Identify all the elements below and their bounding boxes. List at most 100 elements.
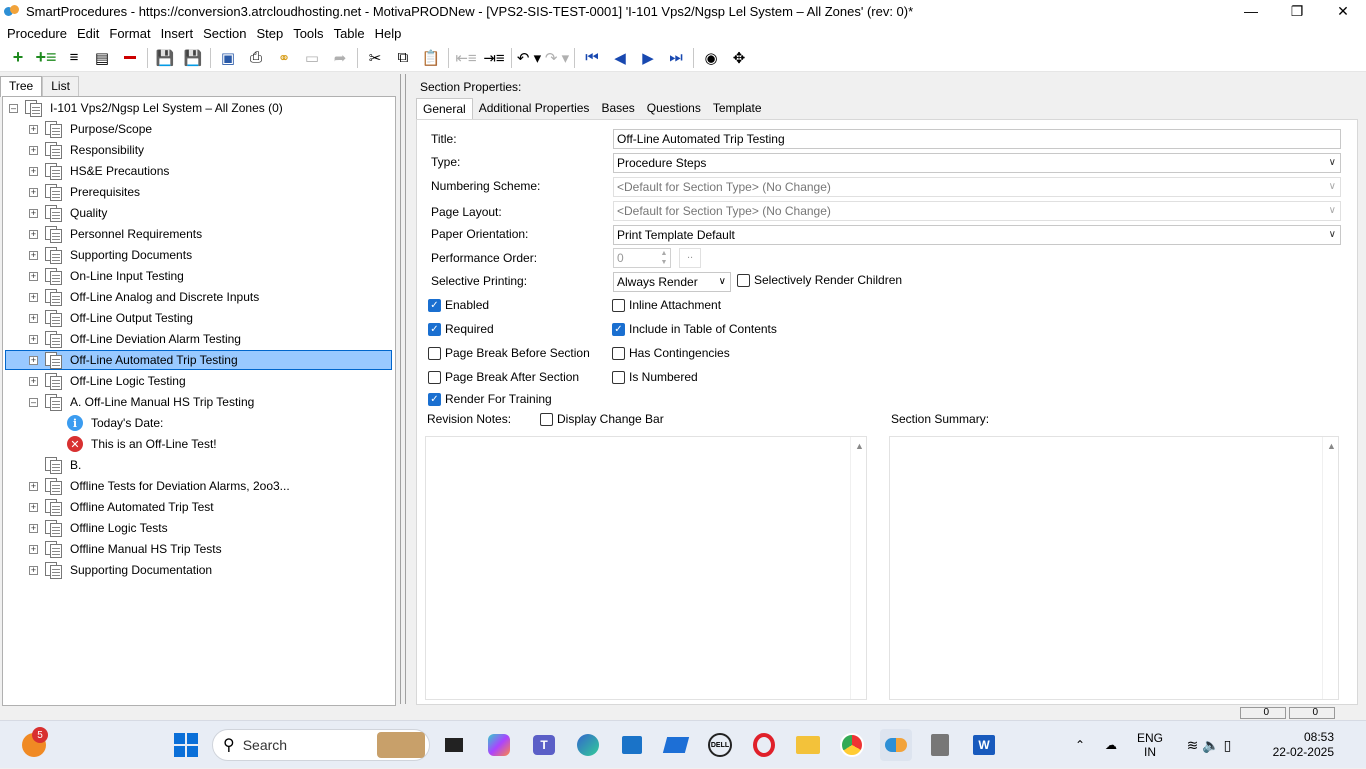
expand-icon[interactable]: +	[29, 124, 38, 134]
tree-item[interactable]: – A. Off-Line Manual HS Trip Testing	[29, 392, 256, 412]
add-subsection-button[interactable]: +≡	[32, 45, 60, 71]
vertical-scrollbar[interactable]	[1322, 437, 1338, 699]
tree-item[interactable]: B.	[45, 455, 83, 475]
find-button[interactable]: ◉	[697, 45, 725, 71]
first-button[interactable]: ⏮	[578, 45, 606, 71]
undo-button[interactable]: ↶ ▾	[515, 45, 543, 71]
tree-item[interactable]: + Responsibility	[29, 140, 146, 160]
type-select[interactable]: Procedure Steps ∨	[613, 153, 1341, 173]
tree-item[interactable]: + Offline Tests for Deviation Alarms, 2oo…	[29, 476, 292, 496]
last-button[interactable]: ⏭	[662, 45, 690, 71]
expand-icon[interactable]: +	[29, 292, 38, 302]
smartprocedures-taskbar-button[interactable]	[880, 729, 912, 761]
dell-button[interactable]: DELL	[704, 729, 736, 761]
word-button[interactable]: W	[968, 729, 1000, 761]
section-summary-textarea[interactable]	[889, 436, 1339, 700]
tab-general[interactable]: General	[416, 98, 473, 120]
previous-button[interactable]: ◀	[606, 45, 634, 71]
tree-item[interactable]: + Prerequisites	[29, 182, 142, 202]
save-copy-button[interactable]: 💾	[151, 45, 179, 71]
chrome-button[interactable]	[836, 729, 868, 761]
tab-list[interactable]: List	[42, 76, 79, 96]
print-button[interactable]: ⎙	[242, 45, 270, 71]
quick-settings-button[interactable]: ≋ 🔈 ▯	[1176, 721, 1242, 769]
tree-item[interactable]: + Off-Line Logic Testing	[29, 371, 188, 391]
copilot-button[interactable]	[483, 729, 515, 761]
widgets-button[interactable]: 5	[18, 727, 50, 761]
selective-printing-select[interactable]: Always Render ∨	[613, 272, 731, 292]
cut-button[interactable]: ✂	[361, 45, 389, 71]
tree-item[interactable]: + Purpose/Scope	[29, 119, 154, 139]
expand-icon[interactable]: +	[29, 565, 38, 575]
expand-icon[interactable]: +	[29, 376, 38, 386]
page-break-before-checkbox[interactable]: Page Break Before Section	[428, 346, 590, 360]
close-button[interactable]: ✕	[1320, 0, 1366, 22]
tab-tree[interactable]: Tree	[0, 76, 43, 97]
expand-icon[interactable]: +	[29, 208, 38, 218]
page-layout-select[interactable]: <Default for Section Type> (No Change) ∨	[613, 201, 1341, 221]
tab-questions[interactable]: Questions	[641, 98, 707, 119]
menu-section[interactable]: Section	[198, 26, 251, 41]
panel-splitter[interactable]	[400, 74, 406, 704]
export-button[interactable]: ▣	[214, 45, 242, 71]
tab-bases[interactable]: Bases	[595, 98, 640, 119]
save-button[interactable]: 💾	[179, 45, 207, 71]
expand-icon[interactable]: +	[29, 544, 38, 554]
tree-item[interactable]: + Offline Manual HS Trip Tests	[29, 539, 224, 559]
expand-icon[interactable]: +	[29, 271, 38, 281]
is-numbered-checkbox[interactable]: Is Numbered	[612, 370, 698, 384]
vertical-scrollbar[interactable]	[850, 437, 866, 699]
tree-item-selected[interactable]: + Off-Line Automated Trip Testing	[5, 350, 392, 370]
title-input[interactable]: Off-Line Automated Trip Testing	[613, 129, 1341, 149]
expand-icon[interactable]: +	[29, 334, 38, 344]
enabled-checkbox[interactable]: ✓ Enabled	[428, 298, 489, 312]
performance-order-spinner[interactable]: 0 ▲ ▼	[613, 248, 671, 268]
tree-item[interactable]: + Quality	[29, 203, 109, 223]
tray-app-button[interactable]: ☁	[1098, 721, 1124, 769]
expand-icon[interactable]: +	[29, 250, 38, 260]
menu-edit[interactable]: Edit	[72, 26, 104, 41]
language-indicator[interactable]: ENG IN	[1130, 721, 1170, 769]
collapse-icon[interactable]: –	[29, 397, 38, 407]
forward-button[interactable]: ➦	[326, 45, 354, 71]
menu-table[interactable]: Table	[329, 26, 370, 41]
display-change-bar-checkbox[interactable]: Display Change Bar	[540, 412, 664, 426]
required-checkbox[interactable]: ✓ Required	[428, 322, 494, 336]
tree-item[interactable]: + Supporting Documents	[29, 245, 194, 265]
tab-template[interactable]: Template	[707, 98, 768, 119]
copy-button[interactable]: ⧉	[389, 45, 417, 71]
task-view-button[interactable]	[438, 729, 470, 761]
outdent-button[interactable]: ⇤≡	[452, 45, 480, 71]
teams-button[interactable]: T	[528, 729, 560, 761]
store-button[interactable]	[616, 729, 648, 761]
expand-icon[interactable]: +	[29, 229, 38, 239]
paper-orientation-select[interactable]: Print Template Default ∨	[613, 225, 1341, 245]
expand-icon[interactable]: +	[29, 145, 38, 155]
expand-icon[interactable]: +	[29, 481, 38, 491]
menu-help[interactable]: Help	[370, 26, 407, 41]
delete-button[interactable]	[116, 45, 144, 71]
insert-step-button[interactable]: ≡	[60, 45, 88, 71]
show-hidden-icons-button[interactable]: ⌃	[1068, 721, 1092, 769]
redo-button[interactable]: ↷ ▾	[543, 45, 571, 71]
insert-substep-button[interactable]: ▤	[88, 45, 116, 71]
menu-procedure[interactable]: Procedure	[2, 26, 72, 41]
taskbar-search[interactable]: ⚲ Search	[212, 729, 430, 761]
edge-button[interactable]	[572, 729, 604, 761]
render-for-training-checkbox[interactable]: ✓ Render For Training	[428, 392, 552, 406]
link-button[interactable]: ⚭	[270, 45, 298, 71]
tree-root[interactable]: – I-101 Vps2/Ngsp Lel System – All Zones…	[9, 98, 285, 118]
tree-item[interactable]: + Offline Logic Tests	[29, 518, 170, 538]
start-button[interactable]	[170, 729, 202, 761]
move-button[interactable]: ✥	[725, 45, 753, 71]
outlook-button[interactable]	[660, 729, 692, 761]
tree-item[interactable]: + Offline Automated Trip Test	[29, 497, 216, 517]
expand-icon[interactable]: +	[29, 166, 38, 176]
revision-notes-textarea[interactable]	[425, 436, 867, 700]
page-break-after-checkbox[interactable]: Page Break After Section	[428, 370, 579, 384]
menu-insert[interactable]: Insert	[156, 26, 199, 41]
selectively-render-children-checkbox[interactable]: Selectively Render Children	[737, 273, 902, 287]
indent-button[interactable]: ⇥≡	[480, 45, 508, 71]
expand-icon[interactable]: +	[29, 355, 38, 365]
numbering-scheme-select[interactable]: <Default for Section Type> (No Change) ∨	[613, 177, 1341, 197]
